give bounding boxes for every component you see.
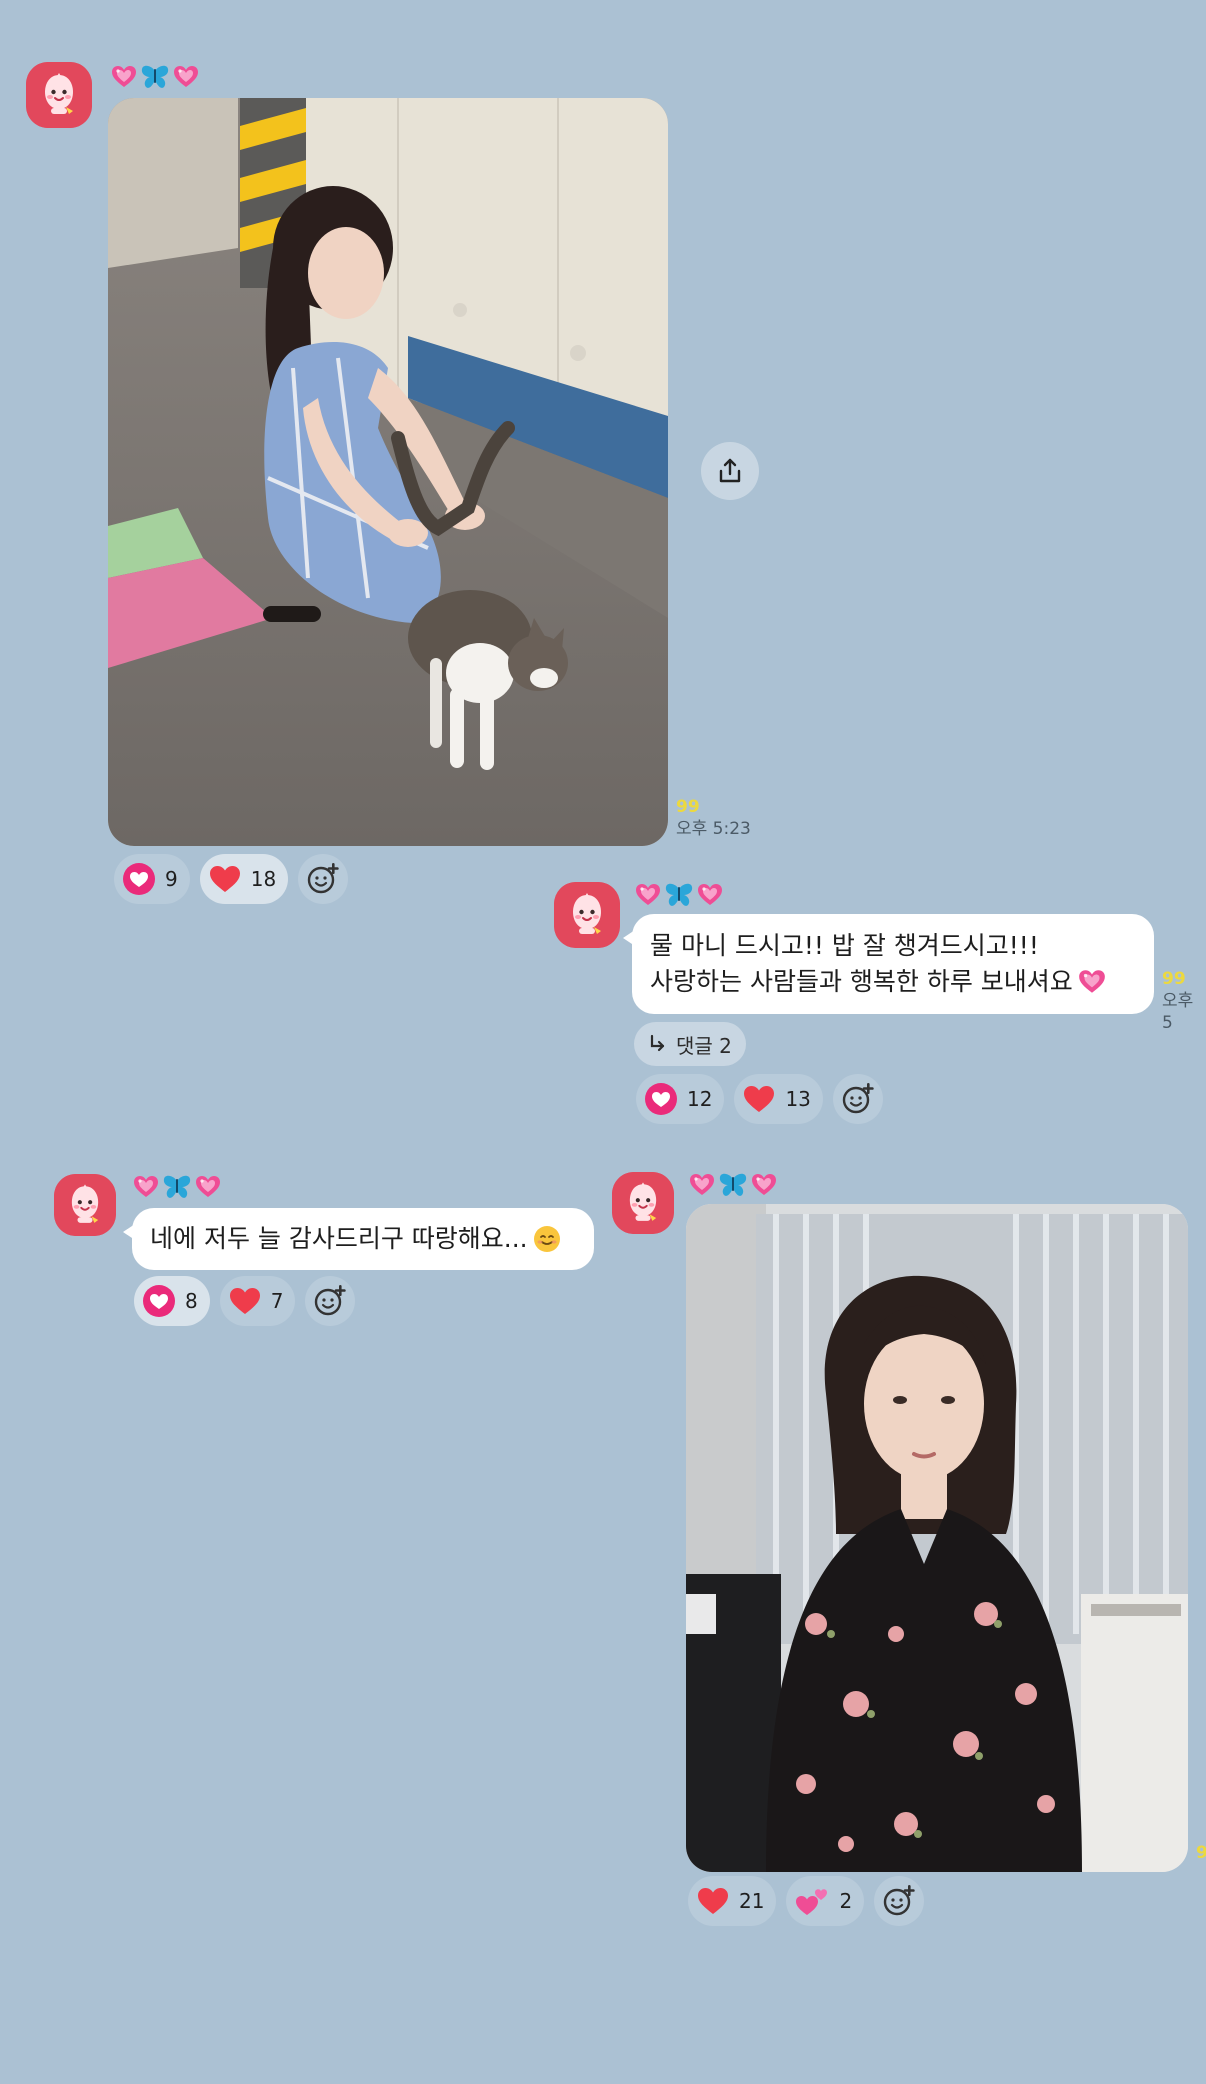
reaction-red-heart[interactable]: 21 xyxy=(688,1876,777,1926)
avatar-character-icon xyxy=(54,1174,116,1236)
reaction-heart-badge[interactable]: 9 xyxy=(114,854,190,904)
reaction-count: 18 xyxy=(250,867,277,891)
pink-heart-icon xyxy=(172,63,200,91)
sender-name-emoji xyxy=(132,1172,222,1202)
heart-badge-icon xyxy=(644,1082,678,1116)
red-heart-icon xyxy=(228,1286,262,1316)
pink-heart-icon xyxy=(132,1173,160,1201)
message-line: 사랑하는 사람들과 행복한 하루 보내셔요 xyxy=(650,967,1073,996)
reply-thread-button[interactable]: 댓글 2 xyxy=(634,1022,746,1066)
photo-woman-portrait[interactable] xyxy=(686,1204,1188,1872)
pink-heart-icon xyxy=(634,881,662,909)
pink-heart-icon xyxy=(750,1171,778,1199)
message-time: 오후 5:23 xyxy=(676,819,751,839)
reaction-count: 2 xyxy=(839,1889,853,1913)
pink-heart-icon xyxy=(696,881,724,909)
heart-badge-icon xyxy=(142,1284,176,1318)
blue-butterfly-icon xyxy=(664,881,694,909)
two-hearts-icon xyxy=(794,1885,830,1917)
message-line: 네에 저두 늘 감사드리구 따랑해요... xyxy=(150,1224,528,1253)
reaction-red-heart[interactable]: 13 xyxy=(734,1074,823,1124)
reaction-count: 12 xyxy=(687,1087,713,1111)
pink-heart-icon xyxy=(110,63,138,91)
reaction-row: 8 7 xyxy=(134,1276,356,1326)
blue-butterfly-icon xyxy=(140,63,170,91)
unread-count: 99 xyxy=(676,797,700,817)
message-bubble[interactable]: 물 마니 드시고!! 밥 잘 챙겨드시고!!! 사랑하는 사람들과 행복한 하루… xyxy=(623,914,1154,1014)
message-meta: 99 오후 5:23 xyxy=(676,796,751,840)
reaction-row: 21 2 xyxy=(688,1876,925,1926)
sender-name-emoji xyxy=(634,880,724,910)
reaction-heart-badge[interactable]: 12 xyxy=(636,1074,725,1124)
message-line: 물 마니 드시고!! 밥 잘 챙겨드시고!!! xyxy=(650,931,1039,960)
add-reaction-icon xyxy=(312,1283,348,1319)
photo-woman-with-cat[interactable] xyxy=(108,98,668,846)
profile-avatar[interactable] xyxy=(612,1172,674,1234)
message-meta: 99 오후 5 xyxy=(1162,968,1206,1034)
blue-butterfly-icon xyxy=(162,1173,192,1201)
share-button[interactable] xyxy=(701,442,759,500)
add-reaction-button[interactable] xyxy=(305,1276,356,1326)
unread-count: 9 xyxy=(1196,1843,1206,1863)
avatar-character-icon xyxy=(554,882,620,948)
avatar-character-icon xyxy=(26,62,92,128)
add-reaction-icon xyxy=(840,1081,876,1117)
smiling-face-icon xyxy=(533,1226,560,1252)
sender-name-emoji xyxy=(110,62,200,92)
reaction-red-heart[interactable]: 7 xyxy=(219,1276,296,1326)
profile-avatar[interactable] xyxy=(54,1174,116,1236)
avatar-character-icon xyxy=(612,1172,674,1234)
reaction-count: 8 xyxy=(185,1289,198,1313)
red-heart-icon xyxy=(208,864,242,894)
pink-heart-icon xyxy=(194,1173,222,1201)
heart-badge-icon xyxy=(122,862,156,896)
pink-heart-icon xyxy=(1077,967,1107,997)
reaction-count: 7 xyxy=(270,1289,284,1313)
add-reaction-icon xyxy=(305,861,341,897)
message-bubble[interactable]: 네에 저두 늘 감사드리구 따랑해요... xyxy=(123,1208,594,1270)
share-icon xyxy=(719,458,741,483)
reaction-row: 9 18 xyxy=(114,854,349,904)
unread-count: 99 xyxy=(1162,969,1186,989)
sender-name-emoji xyxy=(688,1170,778,1200)
profile-avatar[interactable] xyxy=(554,882,620,948)
reaction-red-heart[interactable]: 18 xyxy=(199,854,289,904)
add-reaction-button[interactable] xyxy=(298,854,349,904)
profile-avatar[interactable] xyxy=(26,62,92,128)
add-reaction-button[interactable] xyxy=(832,1074,883,1124)
red-heart-icon xyxy=(696,1886,730,1916)
reply-count-label: 댓글 2 xyxy=(676,1033,732,1058)
reaction-two-hearts[interactable]: 2 xyxy=(786,1876,865,1926)
reaction-row: 12 13 xyxy=(636,1074,883,1124)
reaction-count: 9 xyxy=(165,867,178,891)
reaction-heart-badge[interactable]: 8 xyxy=(134,1276,210,1326)
blue-butterfly-icon xyxy=(718,1171,748,1199)
message-time: 오후 5 xyxy=(1162,991,1194,1033)
red-heart-icon xyxy=(742,1084,776,1114)
add-reaction-icon xyxy=(881,1883,917,1919)
reaction-count: 13 xyxy=(785,1087,811,1111)
add-reaction-button[interactable] xyxy=(874,1876,925,1926)
pink-heart-icon xyxy=(688,1171,716,1199)
message-meta: 9 xyxy=(1196,1842,1206,1864)
reply-arrow-icon xyxy=(650,1034,665,1052)
reaction-count: 21 xyxy=(739,1889,765,1913)
